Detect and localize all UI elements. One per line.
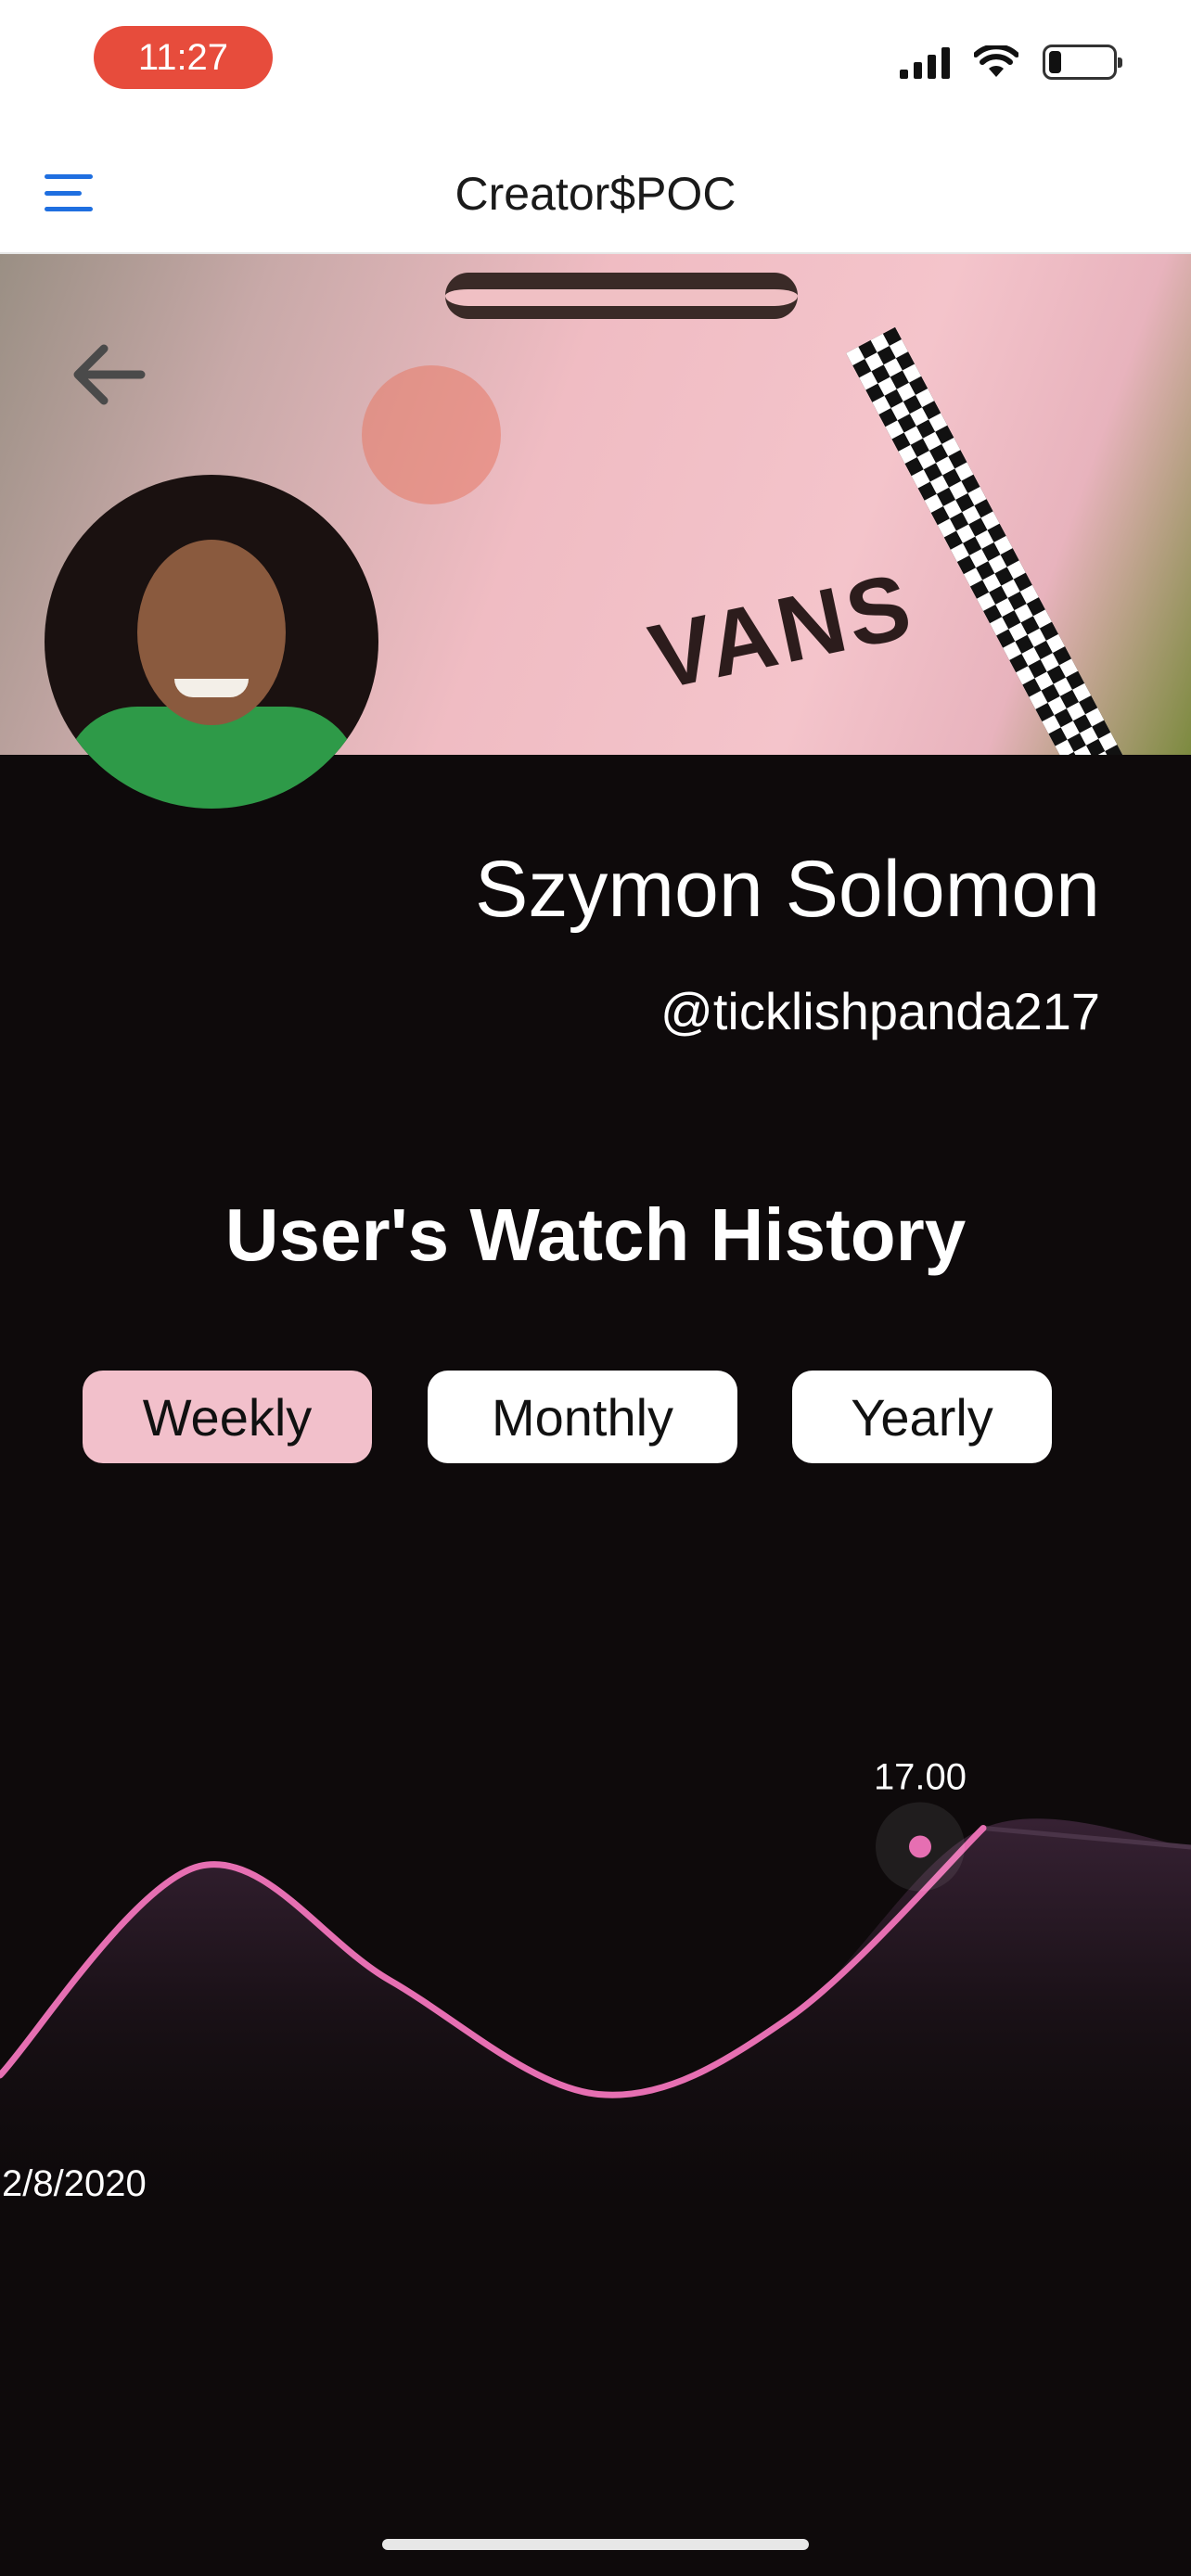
chart-x-tick-label: 2/8/2020	[2, 2163, 147, 2204]
watch-history-chart[interactable]: 17.00 2/8/2020	[0, 1576, 1191, 2225]
cellular-signal-icon	[900, 45, 950, 79]
profile-name: Szymon Solomon	[475, 845, 1100, 934]
navigation-bar: Creator$POC	[0, 130, 1191, 254]
chart-point[interactable]	[909, 1835, 931, 1858]
watch-history-title: User's Watch History	[224, 1193, 967, 1276]
battery-icon	[1043, 45, 1122, 80]
app-title: Creator$POC	[455, 168, 736, 220]
home-indicator	[382, 2539, 809, 2550]
battery-level	[1049, 51, 1061, 73]
profile-handle: @ticklishpanda217	[660, 982, 1100, 1040]
chart-point-value-label: 17.00	[874, 1757, 967, 1798]
wifi-icon	[974, 45, 1018, 77]
avatar	[45, 475, 378, 809]
status-time: 11:27	[94, 26, 273, 89]
cover-shirt-logo: VANS	[641, 553, 923, 710]
status-icons	[900, 45, 1122, 80]
arrow-left-icon[interactable]	[67, 338, 150, 412]
filter-weekly-button[interactable]: Weekly	[83, 1371, 372, 1463]
filter-monthly-button[interactable]: Monthly	[428, 1371, 737, 1463]
filter-yearly-button[interactable]: Yearly	[792, 1371, 1052, 1463]
chart-area-fill	[0, 1818, 1191, 2225]
status-bar: 11:27	[0, 0, 1191, 130]
